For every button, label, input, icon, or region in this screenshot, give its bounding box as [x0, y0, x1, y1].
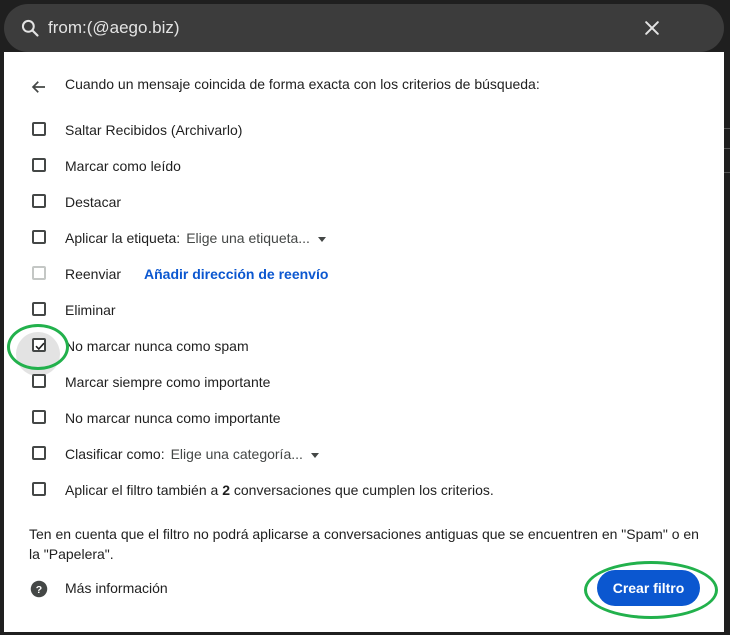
option-delete[interactable]: Eliminar [4, 292, 724, 328]
apply-label-checkbox[interactable] [32, 230, 46, 244]
option-mark-read[interactable]: Marcar como leído [4, 148, 724, 184]
option-apply-existing[interactable]: Aplicar el filtro también a 2 conversaci… [4, 472, 724, 508]
categorize-text: Clasificar como: [65, 446, 165, 462]
search-query-text[interactable]: from:(@aego.biz) [48, 4, 180, 52]
option-skip-inbox[interactable]: Saltar Recibidos (Archivarlo) [4, 112, 724, 148]
option-label: Reenviar [65, 266, 122, 282]
background-list-edge [724, 120, 730, 200]
option-star[interactable]: Destacar [4, 184, 724, 220]
option-label: Destacar [65, 194, 122, 210]
search-bar[interactable]: from:(@aego.biz) [4, 4, 724, 52]
option-label: Marcar como leído [65, 158, 181, 174]
never-spam-checkbox[interactable] [32, 338, 46, 352]
apply-existing-checkbox[interactable] [32, 482, 46, 496]
apply-existing-text-post: conversaciones que cumplen los criterios… [229, 482, 494, 498]
label-dropdown-value: Elige una etiqueta... [186, 230, 310, 246]
option-forward[interactable]: Reenviar Añadir dirección de reenvío [4, 256, 724, 292]
dropdown-caret-icon [310, 452, 319, 458]
more-info-link[interactable]: Más información [65, 578, 168, 598]
mark-read-checkbox[interactable] [32, 158, 46, 172]
star-checkbox[interactable] [32, 194, 46, 208]
option-label: Saltar Recibidos (Archivarlo) [65, 122, 243, 138]
create-filter-panel: Cuando un mensaje coincida de forma exac… [4, 52, 724, 632]
option-label: Eliminar [65, 302, 116, 318]
add-forwarding-address-link[interactable]: Añadir dirección de reenvío [144, 256, 328, 292]
option-label: Clasificar como: Elige una categoría... [65, 436, 319, 472]
option-label: Aplicar la etiqueta: Elige una etiqueta..… [65, 220, 326, 256]
option-always-important[interactable]: Marcar siempre como importante [4, 364, 724, 400]
option-label: Aplicar el filtro también a 2 conversaci… [65, 472, 494, 508]
never-important-checkbox[interactable] [32, 410, 46, 424]
search-icon[interactable] [20, 18, 40, 38]
option-label: No marcar nunca como importante [65, 410, 281, 426]
option-label: Marcar siempre como importante [65, 374, 271, 390]
conversation-count: 2 [222, 482, 230, 498]
option-label: No marcar nunca como spam [65, 338, 249, 354]
svg-text:?: ? [36, 584, 42, 596]
categorize-checkbox[interactable] [32, 446, 46, 460]
option-never-spam[interactable]: No marcar nunca como spam [4, 328, 724, 364]
apply-existing-text-pre: Aplicar el filtro también a [65, 482, 223, 498]
filter-criteria-header: Cuando un mensaje coincida de forma exac… [65, 76, 540, 92]
help-circle-icon[interactable]: ? [30, 580, 48, 598]
checkmark-icon [35, 342, 45, 351]
skip-inbox-checkbox[interactable] [32, 122, 46, 136]
delete-checkbox[interactable] [32, 302, 46, 316]
category-dropdown-value: Elige una categoría... [170, 446, 303, 462]
category-dropdown[interactable]: Elige una categoría... [171, 436, 319, 472]
forward-checkbox[interactable] [32, 266, 46, 280]
dropdown-caret-icon [317, 236, 326, 242]
option-categorize[interactable]: Clasificar como: Elige una categoría... [4, 436, 724, 472]
label-dropdown[interactable]: Elige una etiqueta... [186, 220, 326, 256]
option-apply-label[interactable]: Aplicar la etiqueta: Elige una etiqueta..… [4, 220, 724, 256]
arrow-left-icon[interactable] [30, 78, 48, 96]
apply-label-text: Aplicar la etiqueta: [65, 230, 181, 246]
option-never-important[interactable]: No marcar nunca como importante [4, 400, 724, 436]
filter-note: Ten en cuenta que el filtro no podrá apl… [29, 526, 699, 562]
close-icon[interactable] [642, 18, 662, 38]
always-important-checkbox[interactable] [32, 374, 46, 388]
create-filter-button[interactable]: Crear filtro [597, 570, 700, 606]
